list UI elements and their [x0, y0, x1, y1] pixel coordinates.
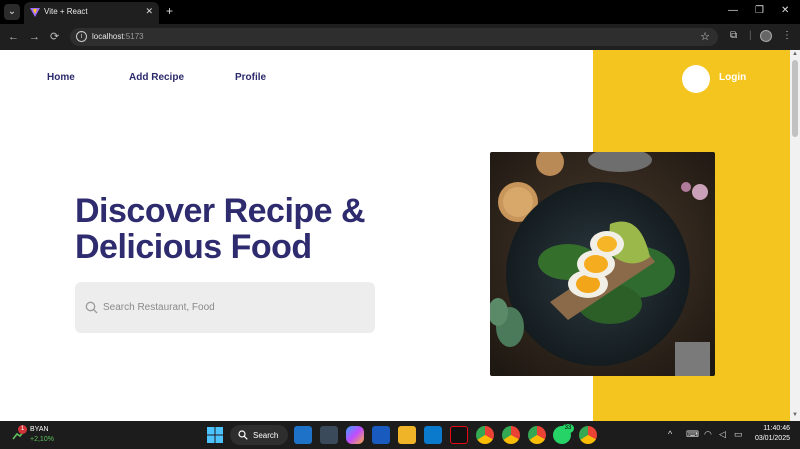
vscode-app-icon[interactable] — [424, 426, 442, 444]
word-app-icon[interactable] — [372, 426, 390, 444]
web-page: Home Add Recipe Profile Login Discover R… — [0, 50, 790, 421]
battery-icon[interactable]: ▭ — [734, 429, 743, 440]
wifi-icon[interactable]: ◠ — [704, 429, 712, 440]
extensions-icon[interactable]: ⧉ — [730, 30, 737, 41]
browser-tab[interactable]: Vite + React ✕ — [24, 2, 159, 24]
tab-search-button[interactable]: ⌄ — [4, 4, 20, 20]
nav-profile[interactable]: Profile — [235, 72, 266, 83]
chrome-app-icon[interactable] — [476, 426, 494, 444]
vite-logo-icon — [30, 8, 40, 17]
forward-button[interactable]: → — [29, 30, 40, 44]
taskbar-search-label: Search — [253, 431, 279, 440]
camera-app-icon[interactable] — [320, 426, 338, 444]
search-box[interactable] — [75, 282, 375, 333]
mail-app-icon[interactable] — [294, 426, 312, 444]
chrome-app-icon[interactable] — [579, 426, 597, 444]
browser-tab-bar: ⌄ Vite + React ✕ + — ❐ ✕ — [0, 0, 800, 24]
menu-kebab-icon[interactable]: ⋮ — [782, 30, 792, 41]
taskbar-search[interactable]: Search — [230, 425, 288, 445]
search-icon — [238, 430, 248, 440]
address-bar[interactable]: i localhost:5173 ☆ — [70, 28, 718, 46]
netflix-app-icon[interactable] — [450, 426, 468, 444]
copilot-app-icon[interactable] — [346, 426, 364, 444]
bookmark-star-icon[interactable]: ☆ — [700, 30, 710, 43]
chrome-app-icon[interactable] — [502, 426, 520, 444]
search-icon — [85, 301, 98, 314]
nav-add-recipe[interactable]: Add Recipe — [129, 72, 184, 83]
back-button[interactable]: ← — [8, 30, 19, 44]
profile-avatar-icon[interactable] — [760, 30, 772, 42]
stock-badge: 1 — [18, 425, 27, 434]
browser-toolbar: ← → ⟳ i localhost:5173 ☆ ⧉ | ⋮ — [0, 24, 800, 50]
stock-name: BYAN — [30, 426, 49, 433]
site-info-icon[interactable]: i — [76, 31, 87, 42]
whatsapp-badge: 33 — [562, 424, 574, 433]
tray-chevron-icon[interactable]: ^ — [668, 429, 672, 439]
toolbar-divider: | — [749, 30, 752, 41]
volume-icon[interactable]: ◁ — [719, 429, 726, 440]
close-window-button[interactable]: ✕ — [781, 5, 789, 16]
hero-title: Discover Recipe & Delicious Food — [75, 192, 366, 266]
maximize-button[interactable]: ❐ — [755, 5, 764, 16]
login-link[interactable]: Login — [719, 72, 746, 83]
page-scrollbar[interactable]: ▲ ▼ — [790, 50, 800, 421]
clock-date[interactable]: 03/01/2025 — [750, 435, 790, 442]
scroll-thumb[interactable] — [792, 60, 798, 137]
food-photo — [490, 152, 715, 376]
stock-change: +2,10% — [30, 436, 54, 443]
url-text[interactable]: localhost:5173 — [92, 32, 144, 41]
windows-start-icon[interactable] — [206, 426, 224, 444]
reload-button[interactable]: ⟳ — [50, 30, 59, 44]
chrome-app-icon[interactable] — [528, 426, 546, 444]
tab-title: Vite + React — [44, 7, 88, 16]
scroll-down-arrow-icon[interactable]: ▼ — [792, 412, 798, 418]
scroll-up-arrow-icon[interactable]: ▲ — [792, 51, 798, 57]
windows-taskbar: 1 BYAN +2,10% Search 33 ^ ⌨ ◠ ◁ ▭ 11:40:… — [0, 421, 800, 449]
search-input[interactable] — [103, 297, 363, 317]
file-explorer-icon[interactable] — [398, 426, 416, 444]
keyboard-icon[interactable]: ⌨ — [686, 429, 699, 440]
user-avatar[interactable] — [682, 65, 710, 93]
clock-time[interactable]: 11:40:46 — [758, 425, 790, 432]
new-tab-button[interactable]: + — [166, 4, 173, 18]
minimize-button[interactable]: — — [728, 5, 738, 16]
tab-close-icon[interactable]: ✕ — [145, 6, 153, 17]
nav-home[interactable]: Home — [47, 72, 75, 83]
